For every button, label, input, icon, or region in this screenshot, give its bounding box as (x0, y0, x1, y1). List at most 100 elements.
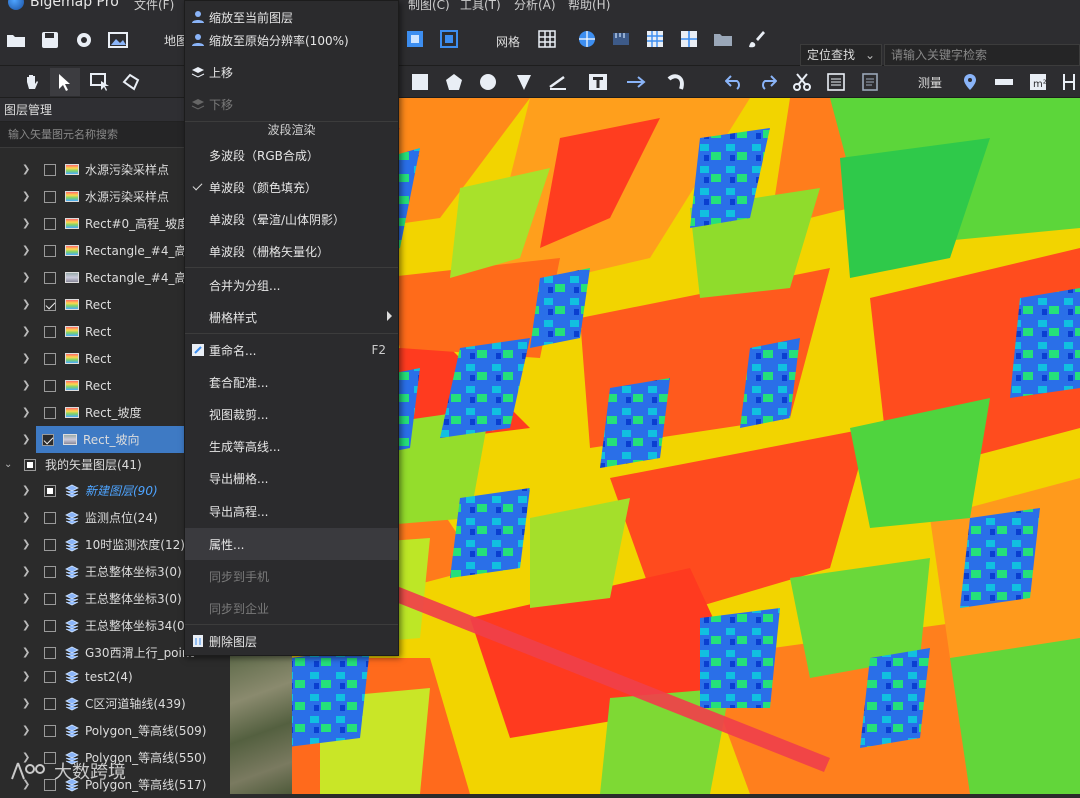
chevron-right-icon[interactable]: ❯ (22, 380, 32, 391)
layer-checkbox[interactable] (44, 298, 56, 311)
chevron-right-icon[interactable]: ❯ (22, 353, 32, 364)
menu-file[interactable]: 文件(F) (134, 0, 174, 13)
grid-icon[interactable] (536, 28, 558, 50)
layer-checkbox[interactable] (44, 484, 56, 497)
locate-dropdown[interactable]: 定位查找 ⌄ (800, 44, 882, 66)
map-pin-icon[interactable] (958, 70, 982, 94)
layer-checkbox[interactable] (42, 433, 54, 446)
chevron-right-icon[interactable]: ❯ (22, 593, 32, 604)
document-icon[interactable] (858, 70, 882, 94)
layer-checkbox[interactable] (44, 352, 56, 365)
chevron-right-icon[interactable]: ❯ (22, 512, 32, 523)
draw-rectangle-icon[interactable] (408, 70, 432, 94)
measure-distance-icon[interactable] (992, 70, 1016, 94)
undo-icon[interactable] (722, 70, 746, 94)
menu-export-raster[interactable]: 导出栅格... (185, 462, 398, 494)
menu-help[interactable]: 帮助(H) (568, 0, 610, 13)
layer-checkbox[interactable] (44, 592, 56, 605)
redo-icon[interactable] (756, 70, 780, 94)
save-icon[interactable] (38, 28, 62, 52)
chevron-right-icon[interactable]: ❯ (22, 245, 32, 256)
menu-merge-group[interactable]: 合并为分组... (185, 269, 398, 301)
layer-row-selected[interactable]: Rect_坡向 (36, 426, 184, 453)
chevron-right-icon[interactable]: ❯ (22, 698, 32, 709)
layer-checkbox[interactable] (44, 163, 56, 176)
sheet-grid-icon[interactable] (678, 28, 700, 50)
keyword-search-input[interactable]: 请输入关键字检索 (884, 44, 1080, 66)
layer-checkbox[interactable] (44, 217, 56, 230)
layer-checkbox[interactable] (44, 646, 56, 659)
brush-icon[interactable] (746, 28, 768, 50)
box-select-icon[interactable] (88, 70, 112, 94)
layer-checkbox[interactable] (44, 271, 56, 284)
chevron-right-icon[interactable]: ❯ (22, 539, 32, 550)
chevron-right-icon[interactable]: ❯ (22, 725, 32, 736)
folder-icon[interactable] (712, 28, 734, 50)
chevron-down-icon[interactable]: ⌄ (4, 459, 14, 470)
measure-height-icon[interactable] (1058, 70, 1080, 94)
layer-checkbox[interactable] (44, 538, 56, 551)
chevron-right-icon[interactable]: ❯ (22, 407, 32, 418)
chevron-right-icon[interactable]: ❯ (22, 620, 32, 631)
scissors-icon[interactable] (790, 70, 814, 94)
layer-checkbox[interactable] (44, 325, 56, 338)
layer-checkbox[interactable] (44, 565, 56, 578)
layer-checkbox[interactable] (44, 379, 56, 392)
layer-checkbox[interactable] (44, 406, 56, 419)
chevron-right-icon[interactable]: ❯ (22, 326, 32, 337)
menu-delete-layer[interactable]: 删除图层 (185, 625, 398, 657)
arrow-draw-icon[interactable] (624, 70, 650, 94)
menu-register[interactable]: 套合配准... (185, 366, 398, 398)
chevron-right-icon[interactable]: ❯ (22, 647, 32, 658)
draw-line-icon[interactable] (546, 70, 570, 94)
curve-draw-icon[interactable] (664, 70, 688, 94)
chevron-right-icon[interactable]: ❯ (22, 566, 32, 577)
chevron-right-icon[interactable]: ❯ (22, 191, 32, 202)
menu-move-up[interactable]: 上移 (185, 56, 398, 88)
globe-grid-icon[interactable] (576, 28, 598, 50)
menu-single-band-shade[interactable]: 单波段（晕渲/山体阴影） (185, 203, 398, 235)
measure-area-icon[interactable]: m² (1026, 70, 1050, 94)
menu-single-band-fill[interactable]: 单波段（颜色填充） (185, 171, 398, 203)
layer-row[interactable]: ❯ Polygon_等高线(509) (0, 717, 230, 744)
image-icon[interactable] (106, 28, 130, 52)
layer-checkbox[interactable] (44, 244, 56, 257)
menu-clip-view[interactable]: 视图裁剪... (185, 398, 398, 430)
menu-tools[interactable]: 工具(T) (460, 0, 501, 13)
chevron-right-icon[interactable]: ❯ (22, 164, 32, 175)
attribute-table-icon[interactable] (824, 70, 848, 94)
chevron-right-icon[interactable]: ❯ (22, 272, 32, 283)
chevron-right-icon[interactable]: ❯ (22, 485, 32, 496)
layer-checkbox[interactable] (44, 190, 56, 203)
layer-checkbox[interactable] (44, 724, 56, 737)
layer-checkbox[interactable] (44, 511, 56, 524)
menu-generate-contour[interactable]: 生成等高线... (185, 430, 398, 462)
layer-checkbox[interactable] (44, 619, 56, 632)
chevron-right-icon[interactable]: ❯ (22, 671, 32, 682)
menu-cartography[interactable]: 制图(C) (408, 0, 450, 13)
menu-single-band-vector[interactable]: 单波段（栅格矢量化） (185, 235, 398, 267)
menu-export-elevation[interactable]: 导出高程... (185, 495, 398, 527)
table-grid-icon[interactable] (644, 28, 666, 50)
chevron-right-icon[interactable]: ❯ (22, 299, 32, 310)
zoom-extent-icon[interactable] (404, 28, 426, 50)
select-pointer-icon[interactable] (50, 68, 80, 96)
text-annotation-icon[interactable] (586, 70, 610, 94)
layer-checkbox[interactable] (44, 697, 56, 710)
menu-raster-style[interactable]: 栅格样式 (185, 301, 398, 333)
chevron-right-icon[interactable]: ❯ (22, 218, 32, 229)
layer-row[interactable]: ❯ C区河道轴线(439) (0, 690, 230, 717)
vertex-select-icon[interactable] (120, 70, 144, 94)
layer-checkbox[interactable] (44, 670, 56, 683)
settings-gear-icon[interactable] (72, 28, 96, 52)
open-folder-icon[interactable] (4, 28, 28, 52)
menu-rename[interactable]: 重命名... F2 (185, 334, 398, 366)
layer-row[interactable]: ❯ test2(4) (0, 663, 230, 690)
group-checkbox[interactable] (24, 458, 36, 471)
menu-zoom-native[interactable]: 缩放至原始分辨率(100%) (185, 24, 398, 56)
chevron-right-icon[interactable]: ❯ (22, 434, 30, 445)
menu-analysis[interactable]: 分析(A) (514, 0, 556, 13)
menu-multi-band[interactable]: 多波段（RGB合成） (185, 139, 398, 171)
draw-circle-icon[interactable] (476, 70, 500, 94)
draw-polygon-icon[interactable] (442, 70, 466, 94)
